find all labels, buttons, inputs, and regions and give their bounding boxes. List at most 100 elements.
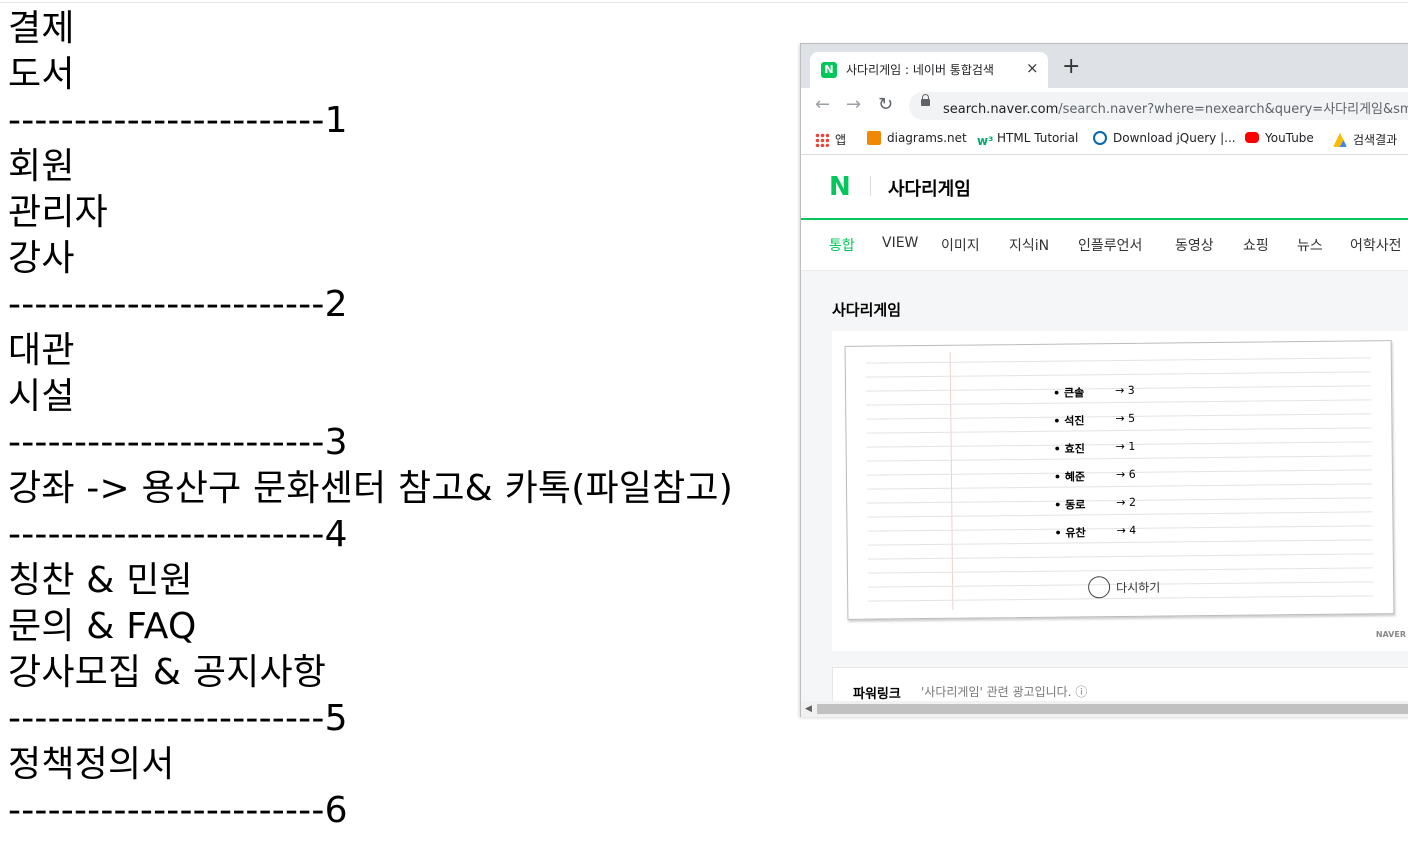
horizontal-scrollbar[interactable]: ◀ [801,701,1408,717]
address-bar[interactable]: search.naver.com/search.naver?where=nexe… [909,92,1408,120]
powerlink-description: '사다리게임' 관련 광고입니다. ⓘ [921,685,1088,699]
player-result: → 5 [1115,411,1136,426]
note-line: 칭찬 & 민원 [8,560,193,601]
browser-window: N 사다리게임 : 네이버 통합검색 × + ← → ↻ search.nave… [800,43,1408,717]
tab-close-icon[interactable]: × [1026,59,1039,77]
bookmark-label: HTML Tutorial [997,131,1079,145]
tab-knowledge-in[interactable]: 지식iN [1009,235,1049,255]
tab-influencer[interactable]: 인플루언서 [1078,235,1142,255]
scroll-left-icon[interactable]: ◀ [805,704,812,714]
bookmark-search-results[interactable]: 검색결과 [1333,131,1397,148]
naver-watermark: NAVER [1375,630,1406,639]
note-line: 대관 [8,330,75,371]
tab-integrated[interactable]: 통합 [829,235,855,255]
browser-toolbar: ← → ↻ search.naver.com/search.naver?wher… [801,88,1408,124]
note-line: 시설 [8,376,75,417]
section-title: 사다리게임 [832,301,902,319]
address-url: search.naver.com/search.naver?where=nexe… [943,98,1408,117]
back-icon[interactable]: ← [815,95,830,115]
bookmark-label: diagrams.net [887,131,967,145]
note-line: 강좌 -> 용산구 문화센터 참고& 카톡(파일참고) [8,468,733,509]
bookmark-diagrams[interactable]: diagrams.net [867,131,967,145]
retry-icon [1088,576,1111,599]
note-separator: ------------------------3 [8,422,348,463]
player-result: → 3 [1114,383,1135,398]
ladder-game-widget: • 큰솔 → 3 • 석진 → 5 • 효진 → 1 • 혜준 → 6 • 동로 → 2 … [832,331,1408,651]
new-tab-button[interactable]: + [1062,56,1080,78]
bookmark-label: YouTube [1265,131,1314,145]
note-line: 회원 [8,146,75,187]
tab-title: 사다리게임 : 네이버 통합검색 [846,63,994,77]
search-query[interactable]: 사다리게임 [888,175,971,201]
tab-news[interactable]: 뉴스 [1297,235,1323,255]
tab-videos[interactable]: 동영상 [1175,235,1214,255]
note-line: 결제 [8,8,75,49]
naver-logo[interactable]: N [829,172,851,202]
note-line: 강사모집 & 공지사항 [8,652,327,693]
note-line: 정책정의서 [8,744,175,785]
reload-icon[interactable]: ↻ [878,95,893,115]
forward-icon[interactable]: → [846,95,861,115]
powerlink-title: 파워링크 [853,687,901,702]
ladder-result-row: • 효진 → 1 [1053,440,1136,456]
tab-dictionary[interactable]: 어학사전 [1350,235,1402,255]
note-separator: ------------------------4 [8,514,348,555]
note-line: 문의 & FAQ [8,606,197,647]
scrollbar-thumb[interactable] [817,704,1408,714]
ladder-result-row: • 혜준 → 6 [1053,468,1136,484]
paper-rule [867,553,1373,560]
paper-rule [867,567,1373,574]
player-name: • 효진 [1053,442,1085,456]
note-separator: ------------------------2 [8,284,348,325]
player-result: → 2 [1116,495,1137,510]
url-host: search.naver.com [943,102,1059,117]
tab-view[interactable]: VIEW [882,235,918,251]
naver-favicon-icon: N [821,62,837,78]
player-name: • 유찬 [1054,526,1086,540]
note-line: 관리자 [8,192,108,233]
paper-rule [867,511,1373,518]
player-name: • 석진 [1053,414,1085,428]
bookmark-jquery[interactable]: Download jQuery |... [1093,131,1236,145]
bookmark-label: 앱 [835,133,847,147]
w3schools-icon: w³ [977,134,994,148]
top-divider [0,2,1408,3]
ladder-result-row: • 동로 → 2 [1054,496,1136,512]
bookmark-apps[interactable]: 앱 [815,131,846,148]
bookmark-label: 검색결과 [1353,133,1398,147]
paper-rule [866,427,1372,434]
bookmark-youtube[interactable]: YouTube [1245,131,1314,145]
jquery-icon [1093,131,1107,145]
retry-label: 다시하기 [1116,580,1161,596]
ladder-result-row: • 유찬 → 4 [1054,524,1136,540]
tab-images[interactable]: 이미지 [941,235,980,255]
google-drive-icon [1333,133,1347,147]
header-divider [870,176,871,196]
paper-rule [865,357,1371,364]
retry-button[interactable]: 다시하기 [1088,576,1160,599]
bookmark-html-tutorial[interactable]: w³ HTML Tutorial [977,131,1078,148]
bookmarks-bar: 앱 diagrams.net w³ HTML Tutorial Download … [801,124,1408,155]
ladder-result-row: • 석진 → 5 [1053,412,1135,428]
browser-tab[interactable]: N 사다리게임 : 네이버 통합검색 × [810,52,1048,88]
note-line: 도서 [8,54,75,95]
diagrams-icon [867,131,881,145]
apps-grid-icon [815,133,829,147]
player-result: → 6 [1115,467,1136,482]
tab-strip: N 사다리게임 : 네이버 통합검색 × + [801,44,1408,88]
tab-shopping[interactable]: 쇼핑 [1243,235,1269,255]
lock-icon [921,94,930,106]
ladder-result-paper: • 큰솔 → 3 • 석진 → 5 • 효진 → 1 • 혜준 → 6 • 동로 → 2 … [844,340,1395,620]
paper-rule [867,483,1373,490]
player-result: → 1 [1115,439,1136,454]
player-name: • 혜준 [1053,470,1086,484]
paper-rule [867,539,1373,546]
player-result: → 4 [1116,523,1137,538]
paper-rule [866,455,1372,462]
player-name: • 큰솔 [1053,386,1085,400]
note-separator: ------------------------6 [8,790,348,831]
url-path: /search.naver?where=nexearch&query=사다리게임… [1058,102,1408,117]
ladder-result-row: • 큰솔 → 3 [1053,384,1135,400]
notes-list: 결제 도서 ------------------------1 회원 관리자 강… [8,6,733,834]
paper-rule [865,371,1371,378]
